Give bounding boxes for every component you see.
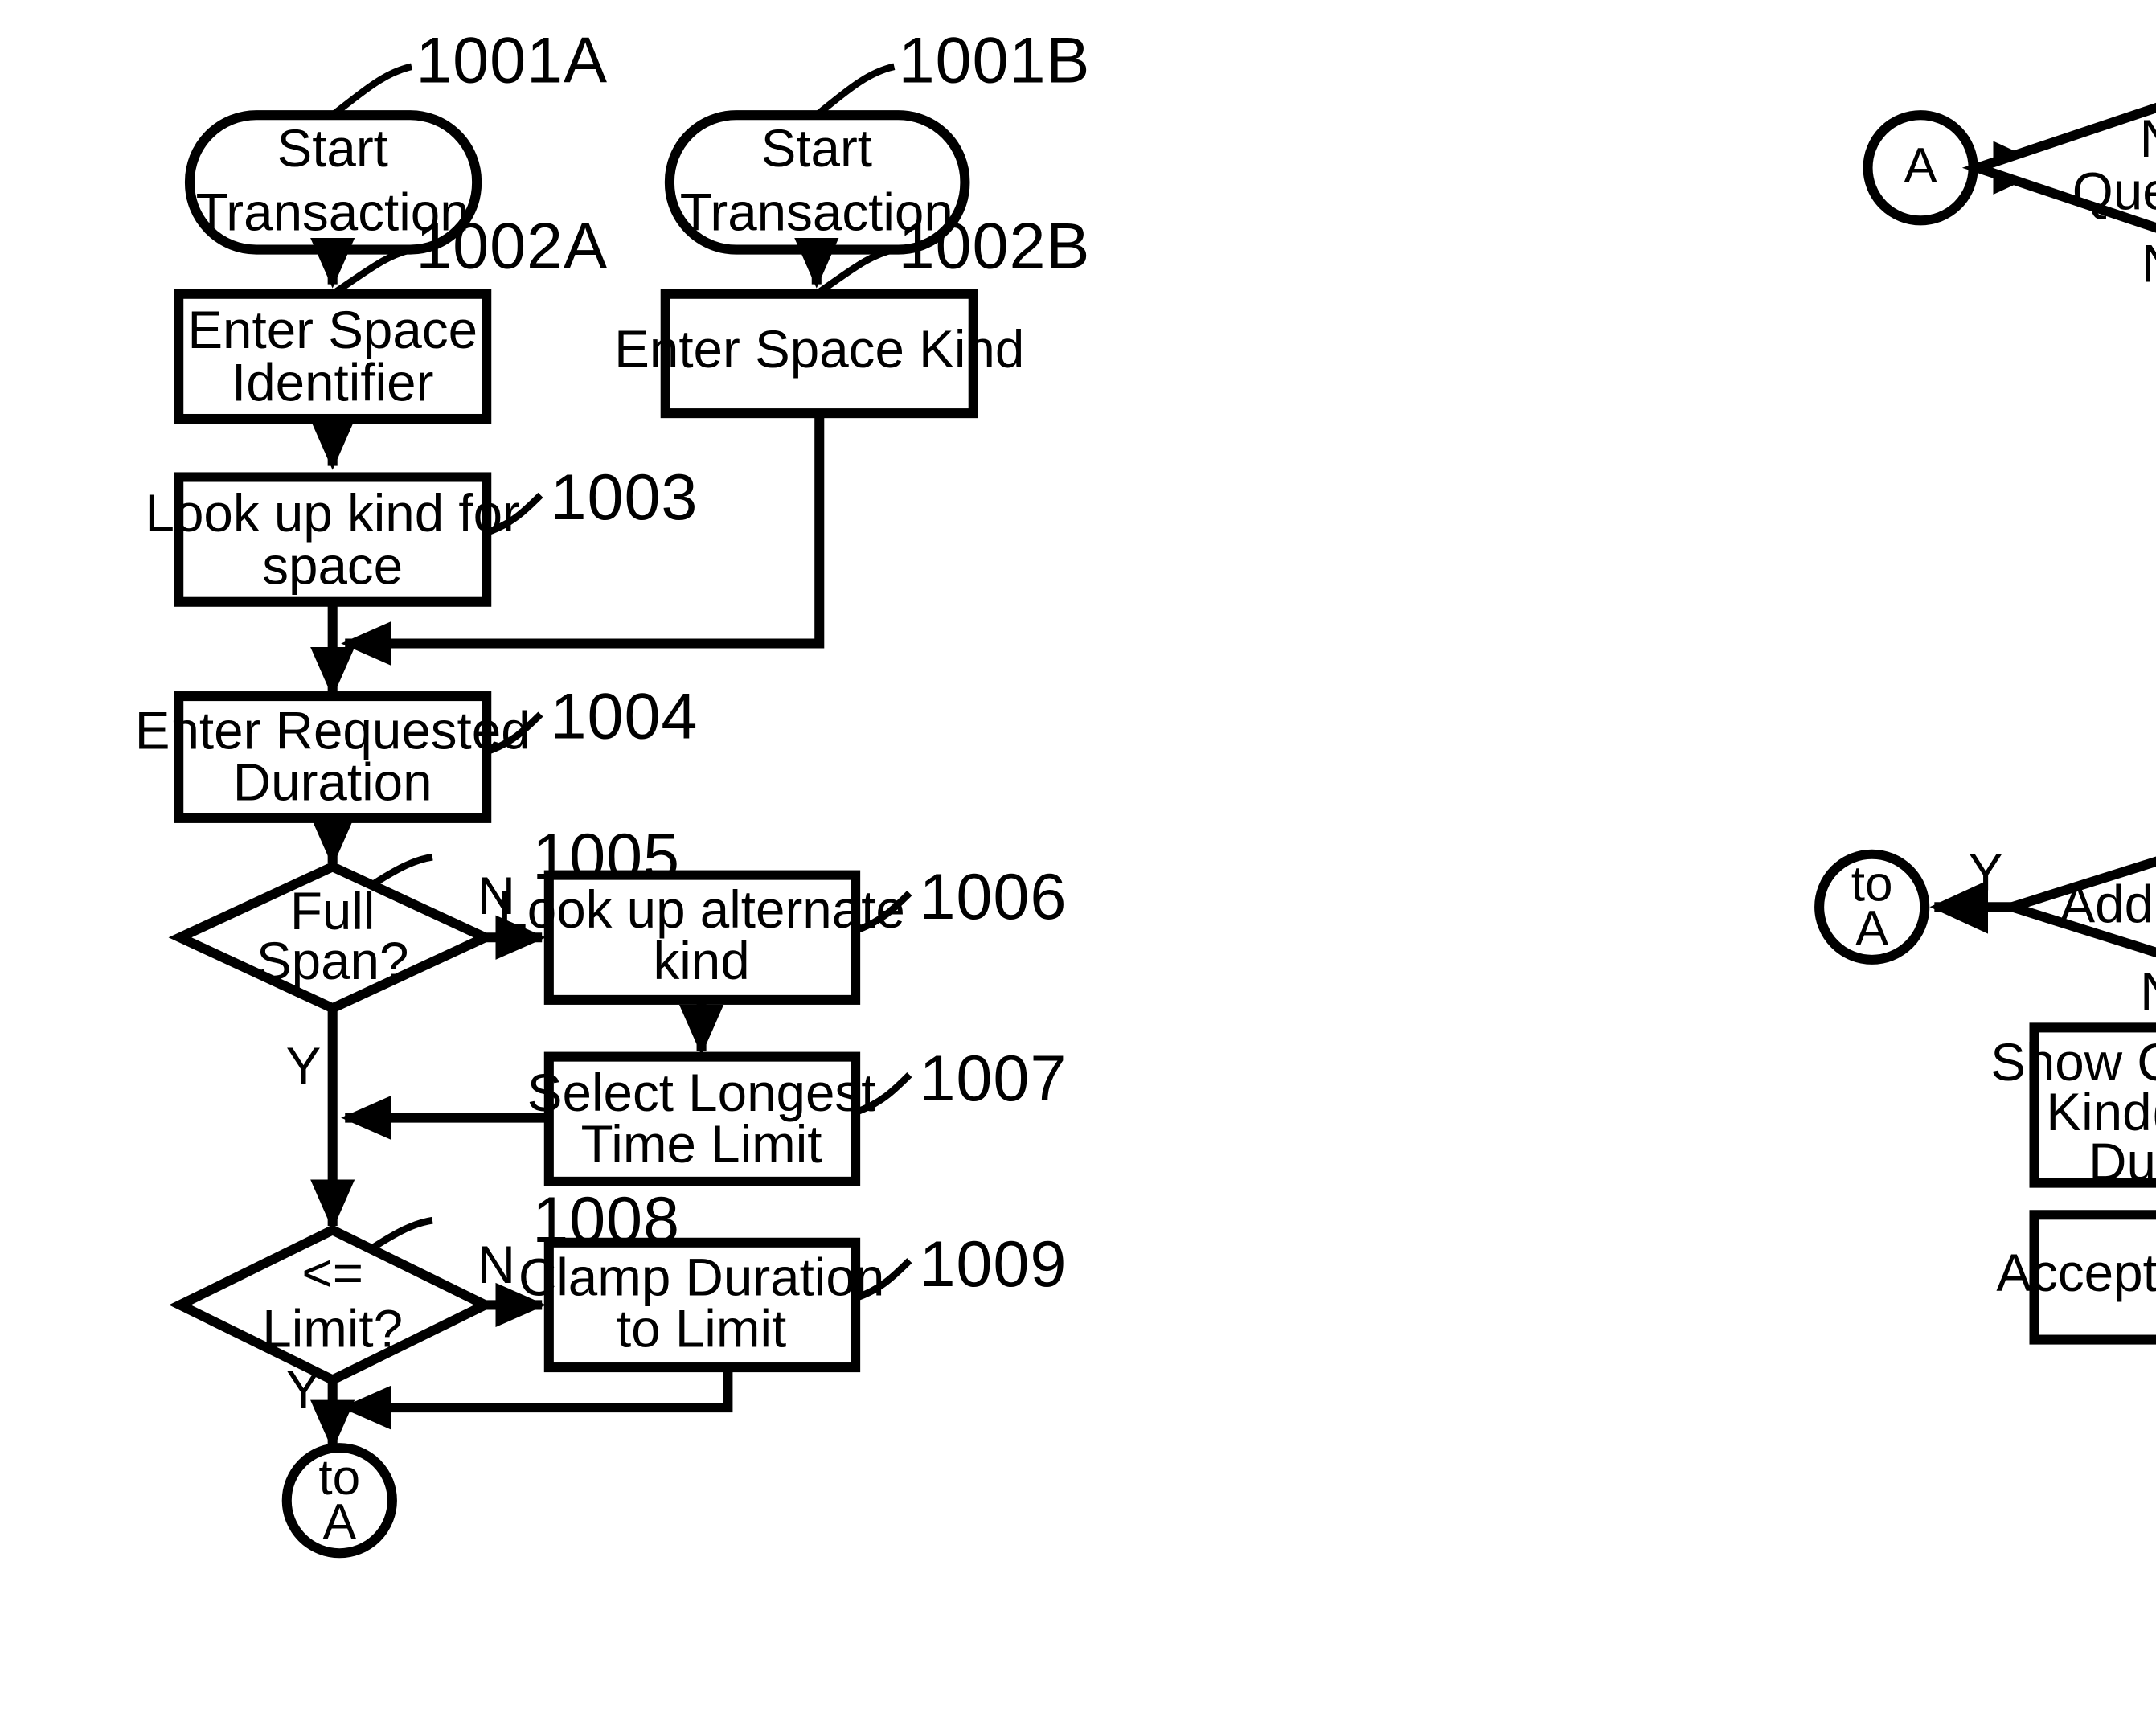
node-label: Start	[277, 119, 387, 178]
node-label: Select Longest	[527, 1063, 876, 1122]
ref-1003: 1003	[551, 461, 699, 534]
node-label: Span?	[256, 932, 409, 990]
edge-label-limit-yes: Y	[286, 1360, 322, 1419]
ref-1002B: 1002B	[899, 211, 1091, 283]
node-label: Time Limit	[581, 1115, 822, 1174]
ref-1007: 1007	[919, 1043, 1067, 1115]
edge-label-new-question-no: N	[2142, 234, 2156, 293]
connector-label: A	[1904, 138, 1937, 194]
flowchart-canvas: Start Transaction 1001A Enter Space Iden…	[135, 25, 2156, 1559]
node-label: Enter Requested	[135, 702, 531, 760]
leader-line-1002A	[330, 246, 413, 297]
node-label: New	[2140, 109, 2156, 168]
node-label: Duration	[2088, 1133, 2156, 1191]
node-label: Accept Payment	[1996, 1244, 2156, 1302]
node-label: Look up kind for	[145, 484, 519, 543]
connector-label: A	[1855, 901, 1889, 957]
ref-1001A: 1001A	[416, 25, 608, 97]
node-label: Duration	[233, 753, 432, 812]
node-label: Question?	[2072, 162, 2156, 221]
node-label: Enter Space Kind	[614, 320, 1024, 379]
node-label: Start	[761, 119, 872, 178]
ref-1002A: 1002A	[416, 211, 608, 283]
edge-label-addl-kind-yes: Y	[1968, 843, 2003, 902]
node-label: Add'l Kind?	[2060, 875, 2156, 933]
leader-line-1008	[367, 1216, 433, 1253]
ref-1001B: 1001B	[899, 25, 1091, 97]
ref-1004: 1004	[551, 681, 699, 753]
flowchart-figure: Start Transaction 1001A Enter Space Iden…	[0, 0, 2156, 1721]
node-label: space	[262, 536, 403, 595]
leader-line-1001B	[814, 63, 896, 118]
leader-line-1002B	[814, 246, 896, 297]
edge-1009-merge	[341, 1367, 733, 1430]
edge-label-full-span-yes: Y	[286, 1037, 322, 1096]
node-label: to Limit	[617, 1299, 786, 1358]
leader-line-1005	[367, 853, 433, 890]
node-label: Identifier	[232, 354, 433, 412]
node-label: kind	[653, 932, 749, 990]
leader-line-1001A	[330, 63, 413, 118]
ref-1006: 1006	[919, 861, 1067, 933]
connector-label: A	[323, 1494, 357, 1550]
edge-label-addl-kind-no: N	[2140, 962, 2156, 1021]
node-label: Clamp Duration	[519, 1248, 884, 1306]
node-label: Enter Space	[187, 301, 478, 359]
ref-1009: 1009	[919, 1228, 1067, 1301]
node-label: Look up alternate	[498, 880, 905, 939]
node-label: <=	[301, 1244, 363, 1302]
node-label: Limit?	[262, 1299, 403, 1358]
edge-label-limit-no: N	[478, 1235, 515, 1294]
